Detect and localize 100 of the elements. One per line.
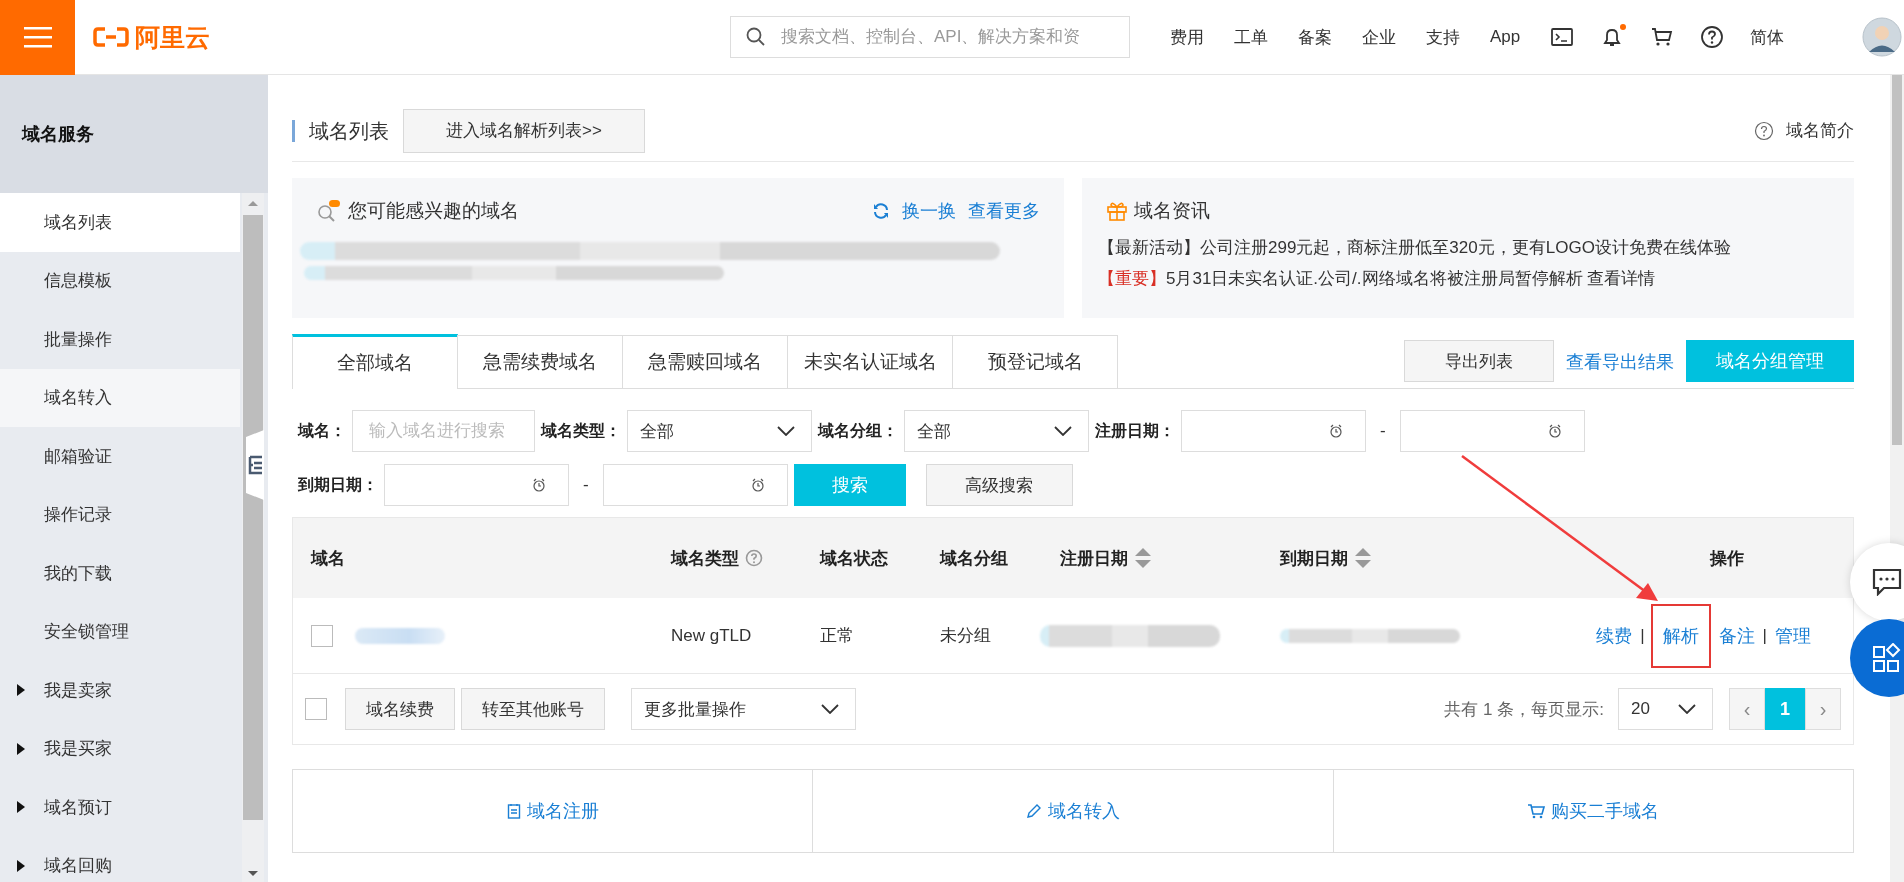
search-field[interactable]: 搜索文档、控制台、API、解决方案和资 xyxy=(730,16,1130,58)
export-button[interactable]: 导出列表 xyxy=(1404,340,1554,382)
domain-input[interactable]: 输入域名进行搜索 xyxy=(352,410,535,452)
column-header: 域名类型 xyxy=(671,547,739,570)
menu-button[interactable] xyxy=(0,0,75,75)
chevron-icon xyxy=(821,704,839,714)
bulk-button[interactable]: 域名续费 xyxy=(345,688,455,730)
export-results-link[interactable]: 查看导出结果 xyxy=(1566,350,1674,374)
range-separator: - xyxy=(1380,421,1386,441)
scroll-up-icon[interactable] xyxy=(247,199,259,207)
column-header: 注册日期 xyxy=(1060,547,1128,570)
expand-icon xyxy=(16,800,26,815)
expand-icon xyxy=(16,683,26,698)
news-text[interactable]: 公司注册299元起，商标注册低至320元，更有LOGO设计免费在线体验 xyxy=(1200,238,1731,257)
notification-dot xyxy=(1620,24,1627,30)
action-link[interactable]: 续费 xyxy=(1594,619,1635,652)
date-field[interactable] xyxy=(1399,410,1585,452)
clock-icon xyxy=(1547,424,1562,438)
dns-list-button[interactable]: 进入域名解析列表>> xyxy=(403,108,645,153)
expand-icon xyxy=(16,741,26,756)
terminal-icon[interactable] xyxy=(1550,26,1575,48)
bulk-button[interactable]: 转至其他账号 xyxy=(461,688,605,730)
sort-icon[interactable] xyxy=(1134,547,1152,569)
nav-link[interactable]: App xyxy=(1490,27,1521,47)
column-header: 域名分组 xyxy=(940,547,1008,570)
chevron-icon xyxy=(777,426,795,436)
view-more-link[interactable]: 查看更多 xyxy=(968,199,1040,223)
tab[interactable]: 预登记域名 xyxy=(952,335,1118,388)
quick-link[interactable]: 购买二手域名 xyxy=(1527,799,1660,823)
advanced-search-button[interactable]: 高级搜索 xyxy=(925,464,1073,506)
expand-icon xyxy=(16,858,26,873)
clock-icon xyxy=(532,478,546,492)
type-select[interactable]: 全部 xyxy=(627,410,812,452)
nav-link[interactable]: 费用 xyxy=(1170,25,1204,49)
sidebar-item[interactable]: 域名转入 xyxy=(0,368,240,427)
nav-link[interactable]: 企业 xyxy=(1362,25,1396,49)
sidebar-item[interactable]: 信息模板 xyxy=(0,251,240,310)
bulk-select[interactable]: 更多批量操作 xyxy=(631,688,856,730)
column-header: 操作 xyxy=(1709,547,1744,570)
chat-icon xyxy=(1872,568,1902,596)
scrollbar[interactable] xyxy=(242,193,264,882)
action-link[interactable]: 备注 xyxy=(1716,619,1757,652)
help-icon[interactable] xyxy=(1700,25,1725,49)
column-header: 域名 xyxy=(311,547,345,570)
avatar-icon[interactable] xyxy=(1862,17,1902,57)
field-label: 域名： xyxy=(298,420,346,441)
separator: | xyxy=(1762,625,1767,646)
card-title: 您可能感兴趣的域名 xyxy=(348,199,519,223)
help-icon xyxy=(1754,120,1774,141)
clock-icon xyxy=(1329,424,1343,438)
column-header: 域名状态 xyxy=(820,547,888,570)
scroll-down-icon[interactable] xyxy=(247,870,259,878)
table-cell-text: 正常 xyxy=(820,625,854,647)
nav-link[interactable]: 支持 xyxy=(1426,25,1460,49)
sidebar-item[interactable]: 域名回购 xyxy=(0,836,240,882)
collapse-handle[interactable] xyxy=(246,430,264,500)
action-link[interactable]: 解析 xyxy=(1650,603,1711,668)
language-link[interactable]: 简体 xyxy=(1750,25,1785,49)
clock-icon xyxy=(750,478,765,492)
separator: | xyxy=(1640,625,1645,646)
chevron-icon xyxy=(1678,704,1696,714)
quick-link[interactable]: 域名转入 xyxy=(1026,799,1120,823)
quick-link[interactable]: 域名注册 xyxy=(506,799,599,823)
collapse-icon xyxy=(248,454,262,476)
nav-link[interactable]: 工单 xyxy=(1234,25,1268,49)
news-text[interactable]: 5月31日未实名认证.公司/.网络域名将被注册局暂停解析 查看详情 xyxy=(1166,269,1656,288)
refresh-icon[interactable] xyxy=(872,202,890,220)
cart-icon xyxy=(1527,803,1546,819)
sidebar-item[interactable]: 域名列表 xyxy=(0,193,240,252)
field-label: 注册日期： xyxy=(1095,420,1175,441)
range-separator: - xyxy=(583,475,589,495)
refresh-link[interactable]: 换一换 xyxy=(902,199,956,223)
search-chat-icon xyxy=(316,198,342,224)
field-label: 到期日期： xyxy=(298,474,378,495)
domain-intro-link[interactable]: 域名简介 xyxy=(1786,119,1854,142)
column-header: 到期日期 xyxy=(1280,547,1348,570)
sidebar-title: 域名服务 xyxy=(0,75,268,193)
checkbox[interactable] xyxy=(311,624,333,647)
sidebar-item[interactable]: 批量操作 xyxy=(0,310,240,369)
sidebar-item[interactable]: 我是卖家 xyxy=(0,661,240,720)
checkbox[interactable] xyxy=(305,698,327,720)
sidebar-item[interactable]: 我是买家 xyxy=(0,719,240,778)
sidebar-item[interactable]: 操作记录 xyxy=(0,485,240,544)
date-field[interactable] xyxy=(384,464,569,506)
tab[interactable]: 全部域名 xyxy=(292,334,458,389)
table-cell-text: 未分组 xyxy=(940,625,991,647)
group-select[interactable]: 全部 xyxy=(904,410,1089,452)
sidebar-item[interactable]: 域名预订 xyxy=(0,778,240,837)
gift-icon xyxy=(1106,200,1128,222)
sort-icon[interactable] xyxy=(1354,547,1372,569)
apps-icon xyxy=(1872,643,1902,673)
sidebar-item[interactable]: 邮箱验证 xyxy=(0,427,240,486)
page-size-select[interactable]: 20 xyxy=(1618,688,1713,730)
sidebar-item[interactable]: 我的下载 xyxy=(0,544,240,603)
sidebar-item[interactable]: 安全锁管理 xyxy=(0,602,240,661)
date-field[interactable] xyxy=(1181,410,1366,452)
nav-link[interactable]: 备案 xyxy=(1298,25,1332,49)
pencil-icon xyxy=(1026,803,1042,819)
date-field[interactable] xyxy=(602,464,788,506)
action-link[interactable]: 管理 xyxy=(1773,619,1813,652)
